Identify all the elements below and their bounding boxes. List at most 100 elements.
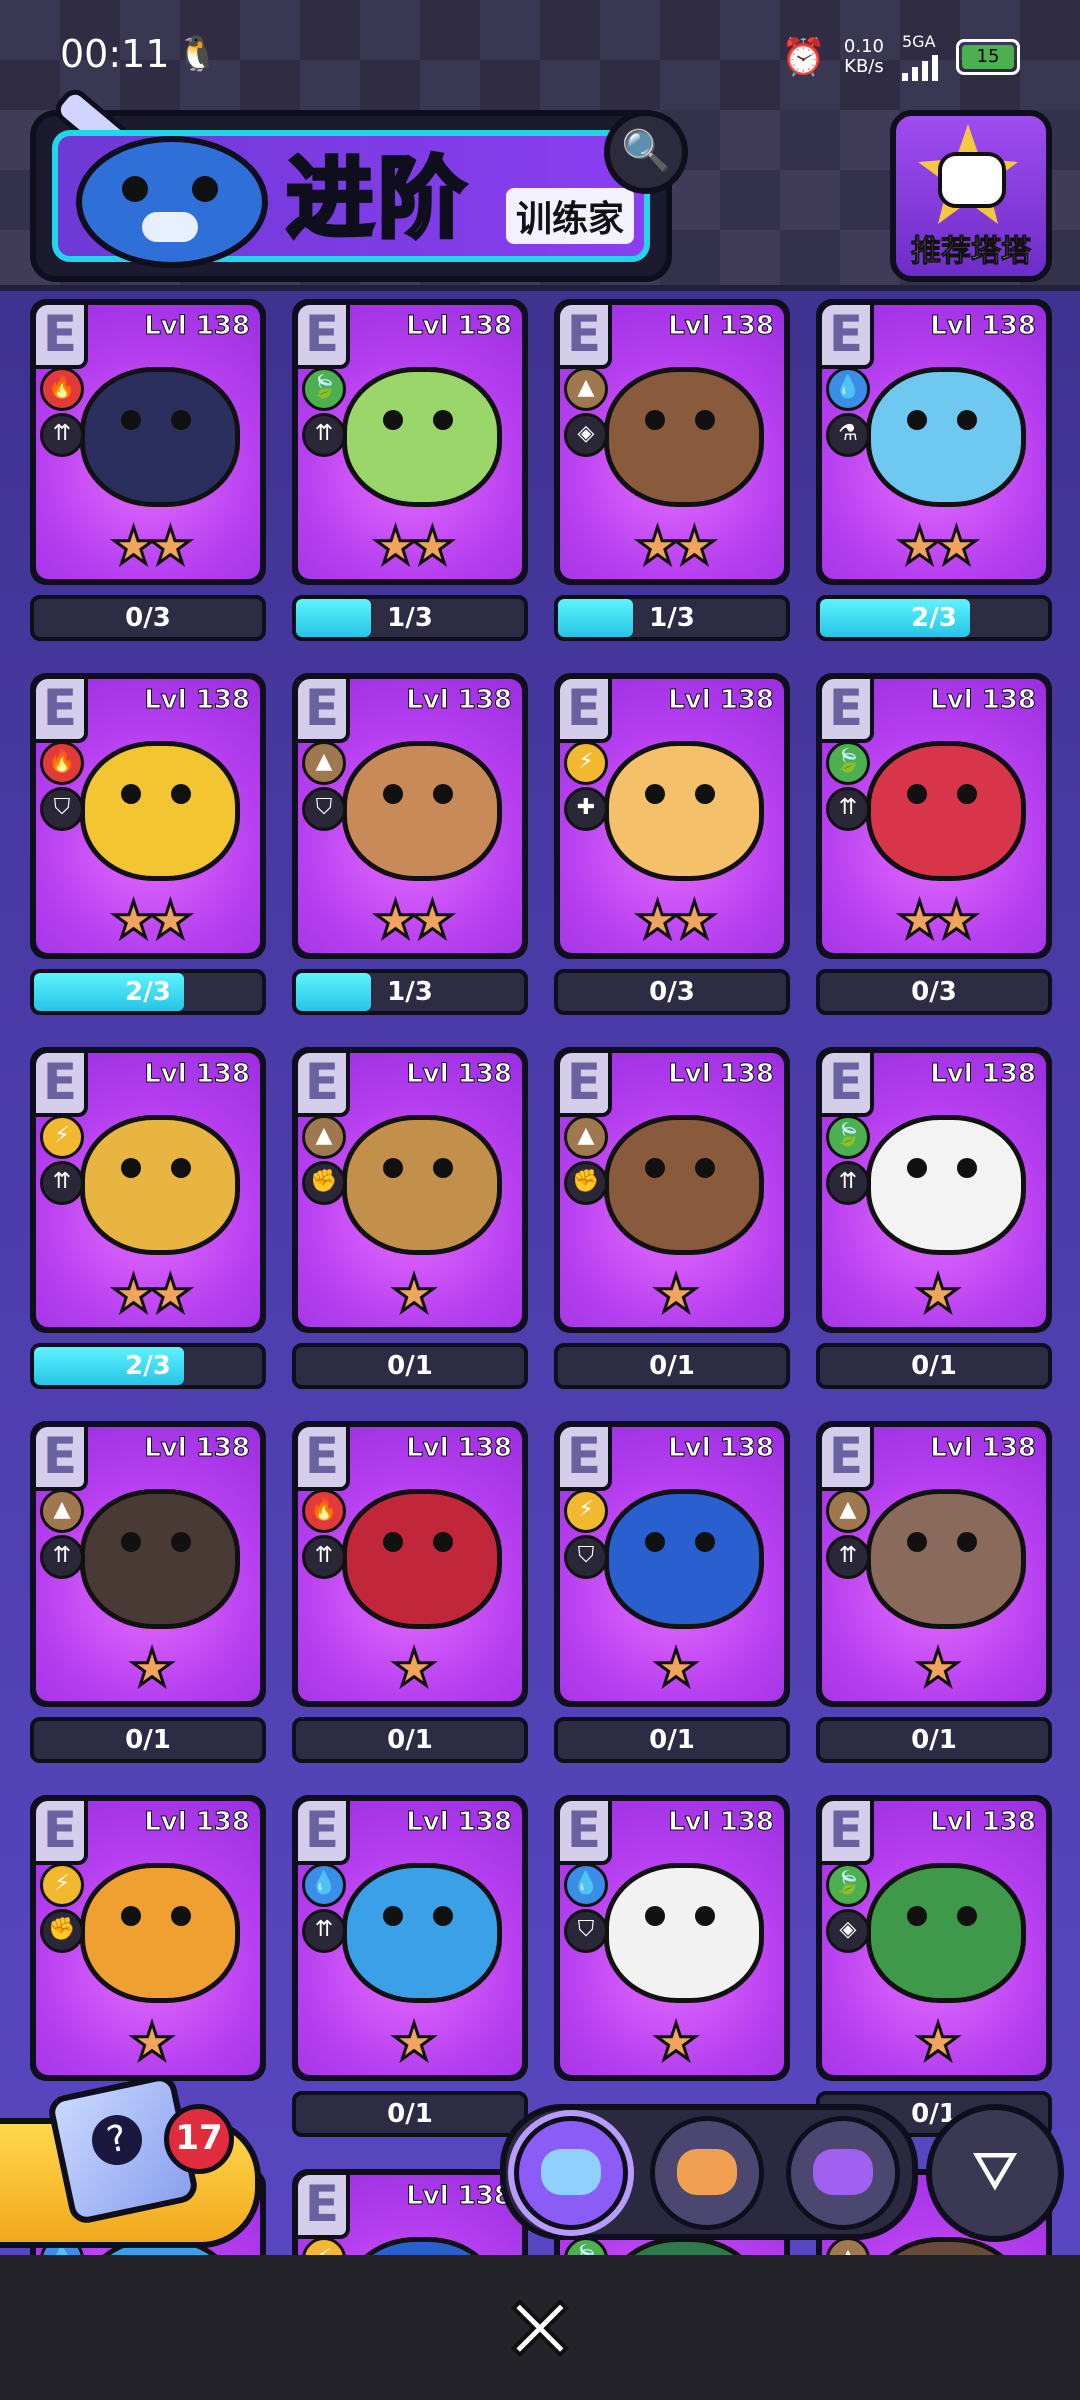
- creature-card[interactable]: E Lvl 138 🔥 ⇈ ★★: [30, 299, 266, 585]
- flask-icon: ⚗: [826, 413, 870, 457]
- earth-icon: ▲: [826, 1489, 870, 1533]
- creature-card[interactable]: E Lvl 138 ⚡ ⛉ ★: [554, 1421, 790, 1707]
- creature-card[interactable]: E Lvl 138 🍃 ⇈ ★★: [816, 673, 1052, 959]
- card-face: E Lvl 138 🍃 ⇈ ★★: [822, 679, 1046, 953]
- progress-bar: 2/3: [30, 969, 266, 1015]
- progress-bar: 0/1: [816, 1717, 1052, 1763]
- creature-portrait: [866, 741, 1026, 881]
- creature-card[interactable]: E Lvl 138 ▲ ⛉ ★★: [292, 673, 528, 959]
- clock: 00:11: [60, 32, 170, 76]
- creature-portrait: [866, 1863, 1026, 2003]
- progress-bar: 2/3: [816, 595, 1052, 641]
- progress-text: 0/3: [911, 977, 957, 1007]
- creature-card[interactable]: E Lvl 138 ⚡ ✊ ★: [30, 1795, 266, 2081]
- earth-icon: ▲: [302, 741, 346, 785]
- card-face: E Lvl 138 🍃 ⇈ ★★: [298, 305, 522, 579]
- filter-button[interactable]: ⛛: [926, 2104, 1064, 2242]
- lightning-icon: ⚡: [40, 1115, 84, 1159]
- up-arrow-icon: ⇈: [302, 413, 346, 457]
- creature-portrait: [80, 1863, 240, 2003]
- creature-card[interactable]: E Lvl 138 ▲ ✊ ★: [292, 1047, 528, 1333]
- creature-card[interactable]: E Lvl 138 ▲ ✊ ★: [554, 1047, 790, 1333]
- rank-label: E: [560, 1801, 612, 1865]
- progress-text: 1/3: [649, 603, 695, 633]
- close-icon: ✕: [500, 2278, 579, 2383]
- question-icon: ?: [87, 2110, 147, 2170]
- progress-text: 0/1: [387, 1351, 433, 1381]
- creature-portrait: [604, 741, 764, 881]
- creature-card[interactable]: E Lvl 138 ⚡ ⇈ ★★: [30, 1047, 266, 1333]
- progress-bar: 0/1: [554, 1717, 790, 1763]
- progress-bar: 0/1: [292, 1343, 528, 1389]
- search-button[interactable]: 🔍: [604, 110, 688, 194]
- creature-portrait: [604, 1863, 764, 2003]
- creature-card[interactable]: E Lvl 138 🔥 ⛉ ★★: [30, 673, 266, 959]
- progress-bar: 2/3: [30, 1343, 266, 1389]
- creature-card[interactable]: E Lvl 138 🔥 ⇈ ★: [292, 1421, 528, 1707]
- up-arrow-icon: ⇈: [826, 787, 870, 831]
- battery-level: 15: [962, 44, 1014, 69]
- rank-label: E: [822, 1801, 874, 1865]
- creature-card[interactable]: E Lvl 138 💧 ⛉ ★: [554, 1795, 790, 2081]
- progress-text: 2/3: [125, 1351, 171, 1381]
- page-subtitle: 训练家: [506, 188, 635, 244]
- level-label: Lvl 138: [668, 1807, 775, 1838]
- close-button[interactable]: ✕: [500, 2284, 580, 2378]
- card-face: E Lvl 138 ⚡ ⇈ ★★: [36, 1053, 260, 1327]
- robot-cat-icon: [541, 2149, 601, 2195]
- level-label: Lvl 138: [668, 1433, 775, 1464]
- up-arrow-icon: ⇈: [826, 1161, 870, 1205]
- up-arrow-icon: ⇈: [40, 1535, 84, 1579]
- progress-text: 0/1: [911, 1725, 957, 1755]
- creature-card[interactable]: E Lvl 138 ⚡: [292, 2169, 528, 2255]
- fist-icon: ✊: [302, 1161, 346, 1205]
- cross-icon: ✚: [564, 787, 608, 831]
- creature-card[interactable]: E Lvl 138 ▲ ◈ ★★: [554, 299, 790, 585]
- filter-icon: ⛛: [971, 2139, 1019, 2204]
- rank-label: E: [298, 679, 350, 743]
- level-label: Lvl 138: [930, 1059, 1037, 1090]
- rank-label: E: [560, 679, 612, 743]
- level-label: Lvl 138: [144, 311, 251, 342]
- creature-card[interactable]: E Lvl 138 ▲ ⇈ ★: [30, 1421, 266, 1707]
- up-arrow-icon: ⇈: [826, 1535, 870, 1579]
- creature-card[interactable]: E Lvl 138 ▲ ⇈ ★: [816, 1421, 1052, 1707]
- creature-portrait: [342, 1489, 502, 1629]
- level-label: Lvl 138: [406, 685, 513, 716]
- star-rating-icon: ★: [914, 1638, 962, 1699]
- level-label: Lvl 138: [144, 1433, 251, 1464]
- star-rating-icon: ★: [390, 2012, 438, 2073]
- progress-bar: 0/1: [292, 2091, 528, 2137]
- star-rating-icon: ★★: [110, 1264, 195, 1325]
- card-face: E Lvl 138 ⚡: [298, 2175, 522, 2255]
- star-rating-icon: ★★: [634, 516, 719, 577]
- creature-card[interactable]: E Lvl 138 🍃 ⇈ ★: [816, 1047, 1052, 1333]
- tab-bread[interactable]: [650, 2116, 764, 2230]
- creature-card[interactable]: E Lvl 138 🍃 ⇈ ★★: [292, 299, 528, 585]
- lightning-icon: ⚡: [564, 1489, 608, 1533]
- progress-text: 0/1: [387, 1725, 433, 1755]
- recommend-button[interactable]: 推荐塔塔: [890, 110, 1052, 282]
- creature-portrait: [80, 741, 240, 881]
- creature-portrait: [866, 367, 1026, 507]
- creature-card[interactable]: E Lvl 138 🍃 ◈ ★: [816, 1795, 1052, 2081]
- creature-card[interactable]: E Lvl 138 ⚡ ✚ ★★: [554, 673, 790, 959]
- leaf-icon: 🍃: [302, 367, 346, 411]
- card-face: E Lvl 138 ⚡ ⛉ ★: [560, 1427, 784, 1701]
- card-face: E Lvl 138 🍃 ⇈ ★: [822, 1053, 1046, 1327]
- bottom-tab-bar: [500, 2104, 918, 2240]
- tab-star-badge[interactable]: [786, 2116, 900, 2230]
- rank-label: E: [822, 305, 874, 369]
- level-label: Lvl 138: [930, 685, 1037, 716]
- up-arrow-icon: ⇈: [302, 1909, 346, 1953]
- creature-card[interactable]: E Lvl 138 💧 ⚗ ★★: [816, 299, 1052, 585]
- fire-icon: 🔥: [40, 741, 84, 785]
- progress-text: 0/1: [649, 1725, 695, 1755]
- creature-card[interactable]: E Lvl 138 💧 ⇈ ★: [292, 1795, 528, 2081]
- star-rating-icon: ★★: [110, 516, 195, 577]
- progress-text: 0/1: [911, 1351, 957, 1381]
- earth-icon: ▲: [564, 1115, 608, 1159]
- progress-text: 1/3: [387, 977, 433, 1007]
- tab-robot-cat[interactable]: [514, 2116, 628, 2230]
- card-face: E Lvl 138 ▲ ⇈ ★: [822, 1427, 1046, 1701]
